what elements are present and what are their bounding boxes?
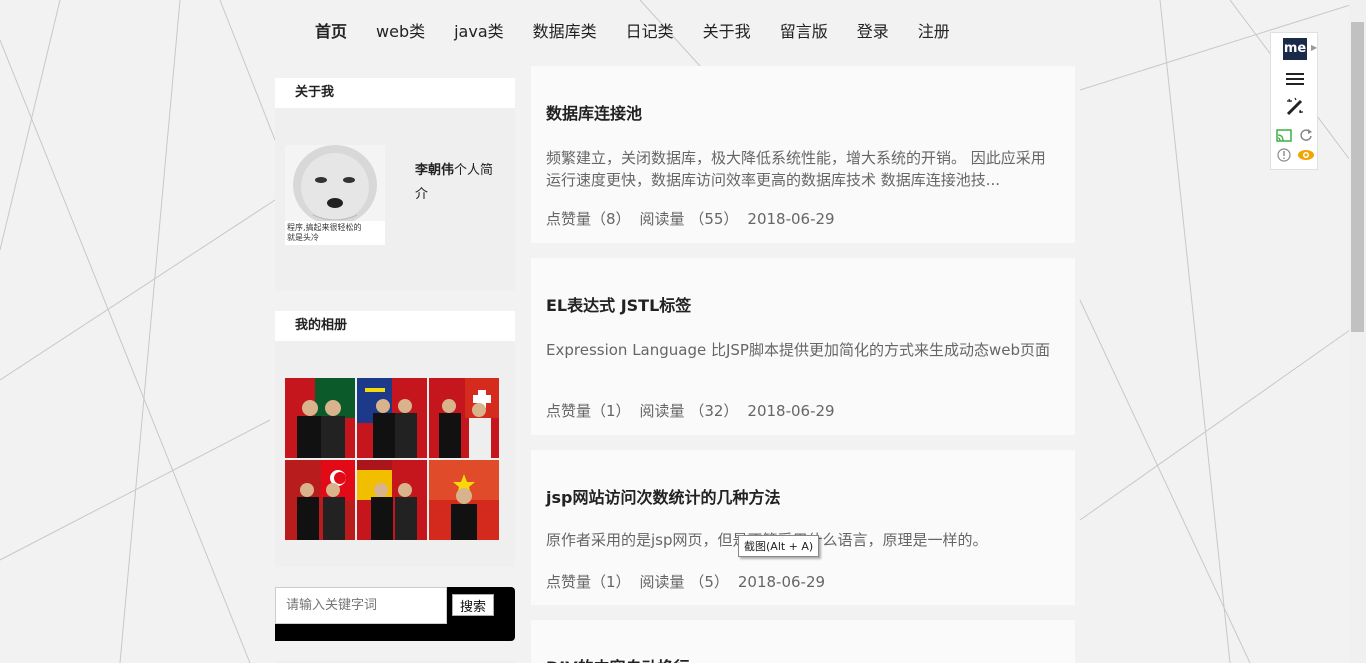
post-excerpt: 频繁建立，关闭数据库，极大降低系统性能，增大系统的开销。 因此应采用运行速度更快… xyxy=(546,149,1046,189)
album-photo[interactable] xyxy=(429,378,499,458)
post-reads: 阅读量 （55） xyxy=(639,210,739,228)
info-icon[interactable] xyxy=(1273,145,1295,165)
post-reads: 阅读量 （32） xyxy=(639,402,739,420)
album-photo[interactable] xyxy=(357,378,427,458)
nav-guestbook[interactable]: 留言版 xyxy=(780,20,828,44)
about-description: 李朝伟个人简介 xyxy=(415,159,505,207)
nav-about[interactable]: 关于我 xyxy=(703,20,751,44)
search-input[interactable] xyxy=(275,587,447,624)
menu-icon[interactable] xyxy=(1281,67,1309,91)
nav-login[interactable]: 登录 xyxy=(857,20,889,44)
eye-icon[interactable] xyxy=(1295,145,1317,165)
top-nav: 首页 web类 java类 数据库类 日记类 关于我 留言版 登录 注册 xyxy=(300,20,964,44)
nav-home[interactable]: 首页 xyxy=(315,20,347,44)
album-photo[interactable] xyxy=(285,378,355,458)
post-likes: 点赞量（1） xyxy=(546,573,631,591)
post-date: 2018-06-29 xyxy=(747,210,835,228)
nav-database[interactable]: 数据库类 xyxy=(533,20,597,44)
vertical-scrollbar[interactable] xyxy=(1349,0,1366,663)
me-logo-label: me xyxy=(1283,38,1307,60)
about-section: 关于我 李朝伟个人简介 程序,搞起来很轻松的 就是头冷 xyxy=(275,78,515,291)
post-card: jsp网站访问次数统计的几种方法 原作者采用的是jsp网页，但是不管采用什么语言… xyxy=(531,450,1075,605)
cast-icon[interactable] xyxy=(1273,125,1295,145)
search-button[interactable]: 搜索 xyxy=(452,594,494,616)
expand-arrow-icon: ▶ xyxy=(1311,43,1318,52)
album-grid xyxy=(285,378,500,540)
nav-diary[interactable]: 日记类 xyxy=(626,20,674,44)
album-photo[interactable] xyxy=(285,460,355,540)
about-title: 关于我 xyxy=(275,78,515,108)
album-section: 我的相册 xyxy=(275,311,515,567)
post-card: 数据库连接池 频繁建立，关闭数据库，极大降低系统性能，增大系统的开销。 因此应采… xyxy=(531,66,1075,243)
post-card: EL表达式 JSTL标签 Expression Language 比JSP脚本提… xyxy=(531,258,1075,435)
post-likes: 点赞量（1） xyxy=(546,402,631,420)
post-title[interactable]: jsp网站访问次数统计的几种方法 xyxy=(546,450,1060,508)
scrollbar-thumb[interactable] xyxy=(1351,22,1364,332)
post-date: 2018-06-29 xyxy=(737,573,826,591)
nav-java[interactable]: java类 xyxy=(454,20,504,44)
post-meta: 点赞量（1） 阅读量 （5） 2018-06-29 xyxy=(546,571,1060,592)
post-card: DIV的内容自动换行 xyxy=(531,620,1075,663)
magic-wand-icon[interactable] xyxy=(1281,95,1309,119)
post-meta: 点赞量（1） 阅读量 （32） 2018-06-29 xyxy=(546,400,1060,421)
nav-register[interactable]: 注册 xyxy=(918,20,950,44)
avatar-caption-line-2: 就是头冷 xyxy=(287,233,319,242)
me-logo-icon[interactable]: me ▶ xyxy=(1281,37,1317,61)
author-name: 李朝伟 xyxy=(415,163,455,178)
sidebar: 关于我 李朝伟个人简介 程序,搞起来很轻松的 就是头冷 我的相册 请输入关键字词… xyxy=(275,67,515,663)
post-title[interactable]: 数据库连接池 xyxy=(546,66,1060,124)
search-section: 搜索 xyxy=(275,587,515,641)
post-reads: 阅读量 （5） xyxy=(639,573,729,591)
post-list: 数据库连接池 频繁建立，关闭数据库，极大降低系统性能，增大系统的开销。 因此应采… xyxy=(531,66,1075,663)
album-photo[interactable] xyxy=(429,460,499,540)
extension-panel: me ▶ xyxy=(1270,32,1318,170)
nav-web[interactable]: web类 xyxy=(376,20,425,44)
album-title: 我的相册 xyxy=(275,311,515,341)
post-title[interactable]: DIV的内容自动换行 xyxy=(546,620,1060,663)
post-date: 2018-06-29 xyxy=(747,402,835,420)
avatar-caption: 程序,搞起来很轻松的 就是头冷 xyxy=(287,223,383,243)
post-excerpt: Expression Language 比JSP脚本提供更加简化的方式来生成动态… xyxy=(546,341,1050,359)
post-likes: 点赞量（8） xyxy=(546,210,631,228)
screenshot-tooltip: 截图(Alt + A) xyxy=(738,535,820,557)
refresh-icon[interactable] xyxy=(1295,125,1317,145)
post-meta: 点赞量（8） 阅读量 （55） 2018-06-29 xyxy=(546,208,1060,229)
album-photo[interactable] xyxy=(357,460,427,540)
post-title[interactable]: EL表达式 JSTL标签 xyxy=(546,258,1060,316)
avatar-caption-line-1: 程序,搞起来很轻松的 xyxy=(287,223,362,232)
